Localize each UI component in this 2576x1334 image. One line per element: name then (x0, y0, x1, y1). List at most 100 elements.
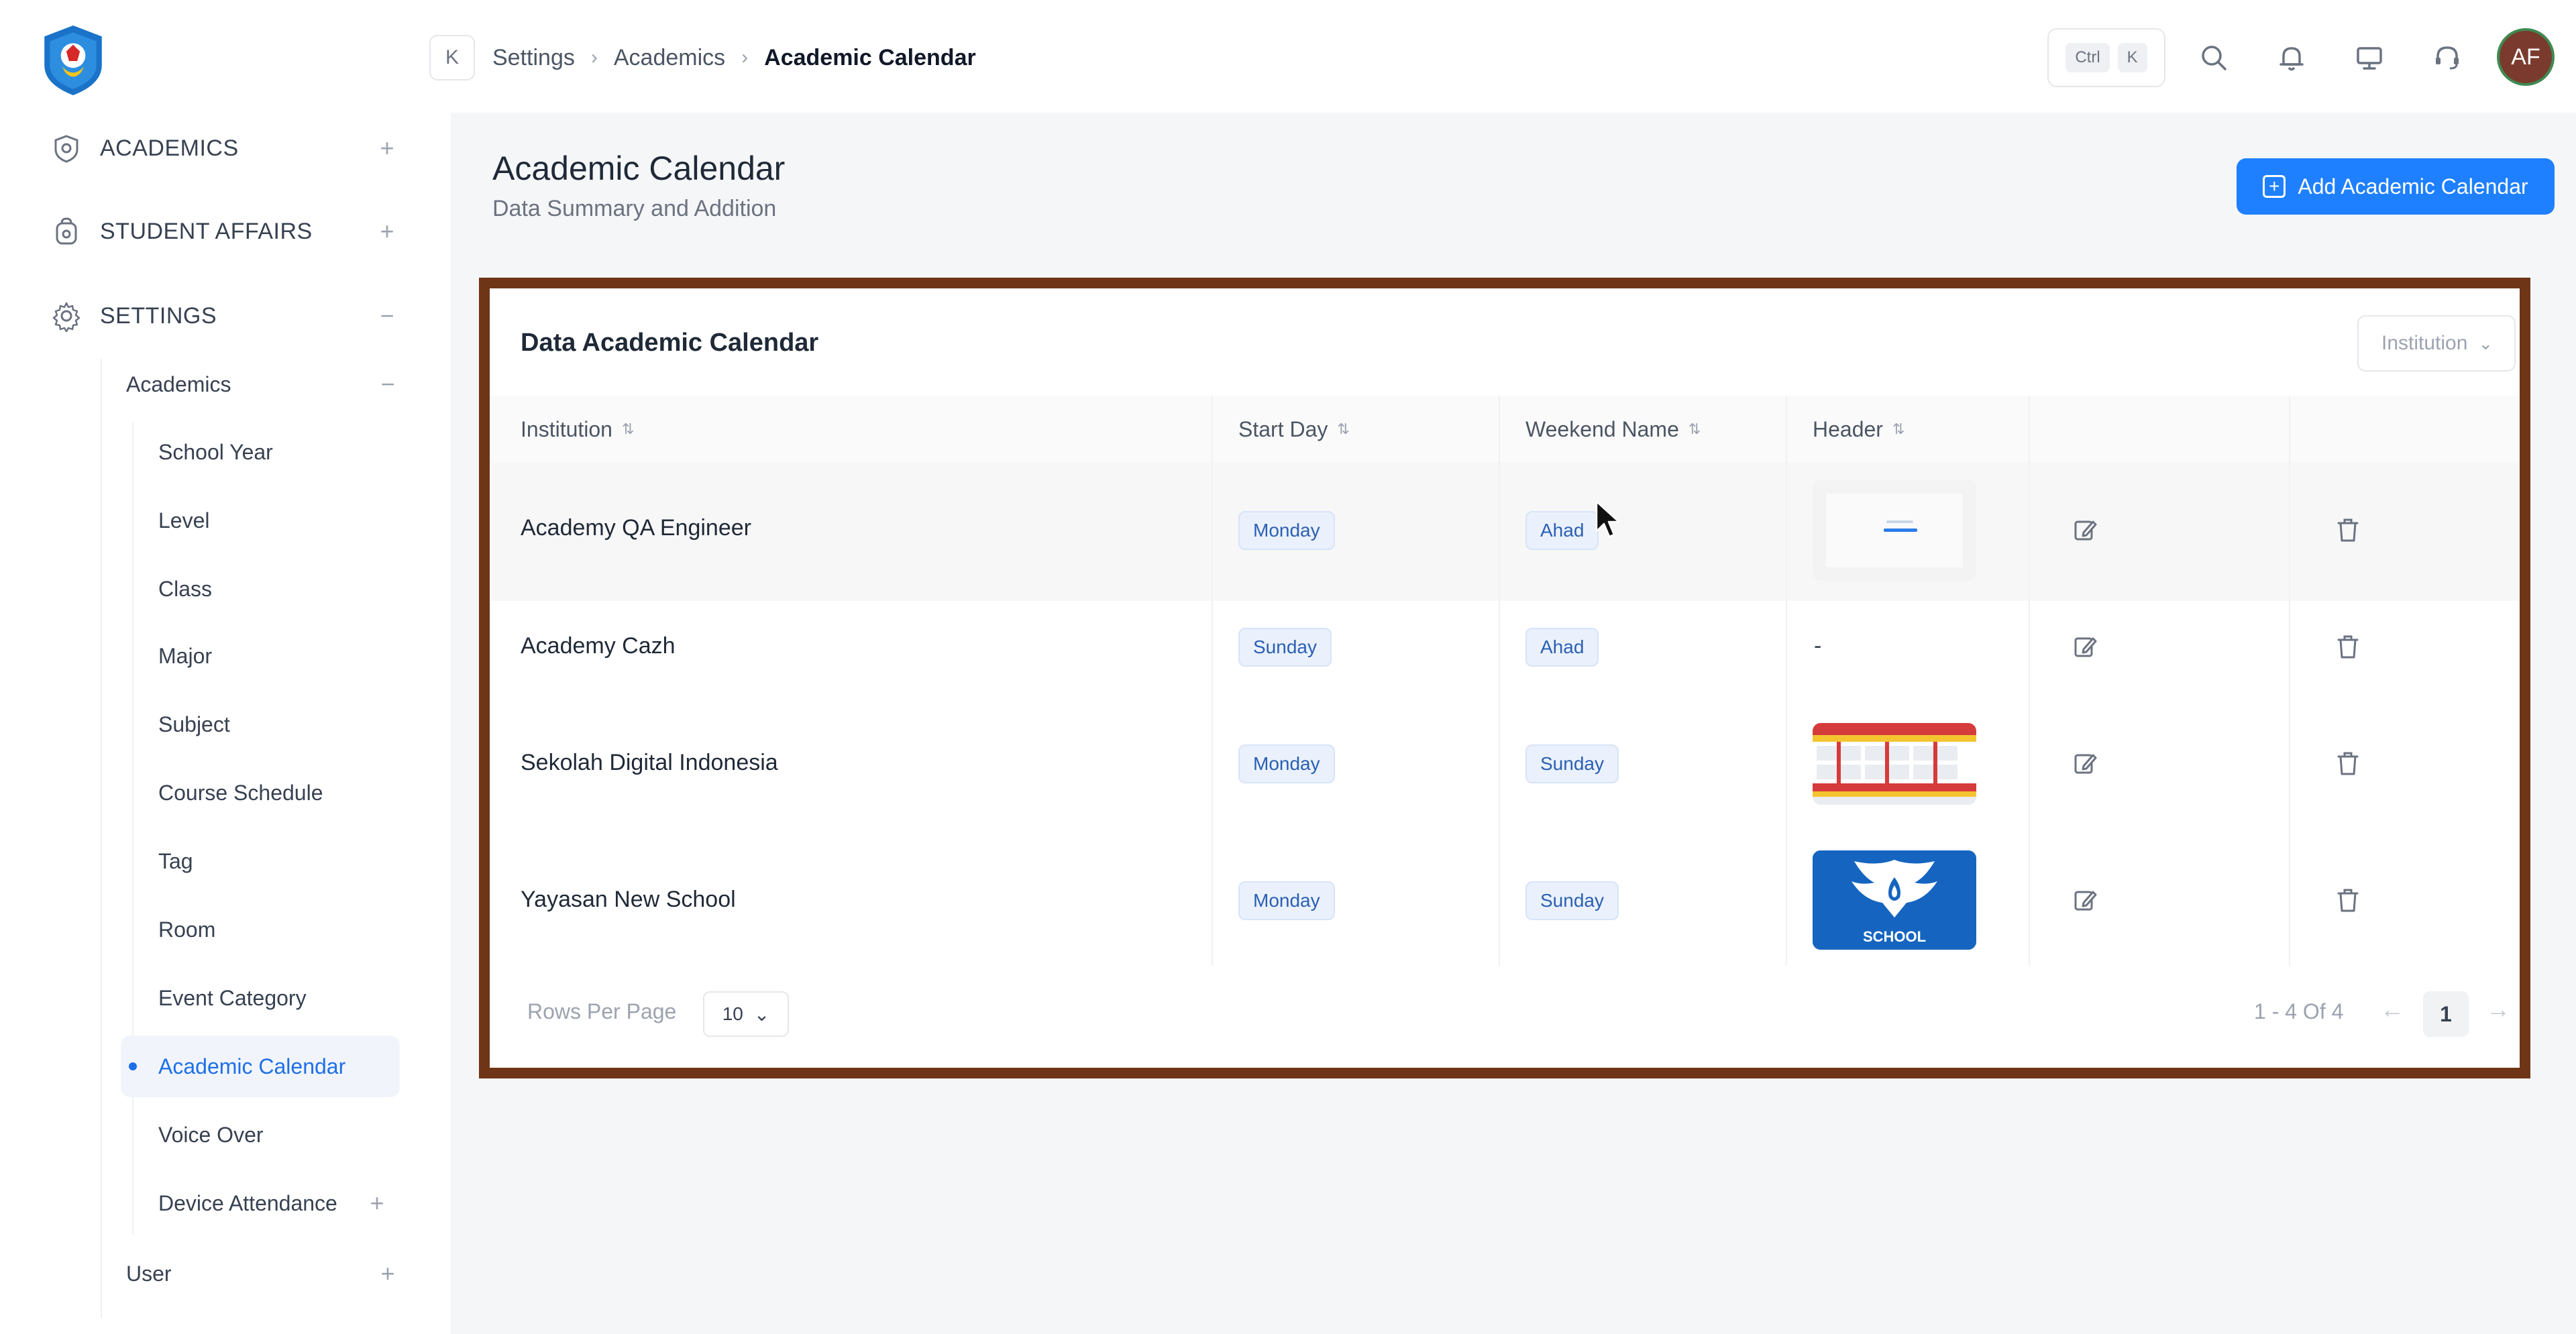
start-day-badge: Monday (1238, 511, 1335, 550)
sidebar-item-device-attendance[interactable]: Device Attendance + (121, 1172, 400, 1234)
prev-page-button[interactable]: ← (2380, 995, 2404, 1023)
sidebar-item-room[interactable]: Room (121, 899, 400, 960)
sidebar-item-label: Course Schedule (158, 780, 323, 805)
sidebar-group-label: Academics (126, 372, 231, 396)
card-title: Data Academic Calendar (521, 329, 819, 357)
calendar-header-image (1813, 723, 1976, 805)
support-headset-icon[interactable] (2431, 42, 2463, 74)
trash-icon[interactable] (2333, 632, 2363, 661)
chevron-down-icon: ⌄ (753, 1003, 770, 1025)
column-header-header[interactable]: Header ⇅ (1813, 396, 1904, 463)
trash-icon[interactable] (2333, 515, 2363, 545)
search-icon[interactable] (2198, 42, 2230, 74)
breadcrumb-item-academics[interactable]: Academics (614, 45, 725, 71)
trash-icon[interactable] (2333, 885, 2363, 915)
collapse-icon[interactable]: − (376, 372, 400, 396)
school-logo-header-image: SCHOOL (1813, 850, 1976, 950)
sidebar-section-student-affairs[interactable]: STUDENT AFFAIRS + (50, 208, 399, 255)
user-avatar[interactable]: AF (2497, 28, 2555, 86)
sidebar-item-academic-calendar[interactable]: Academic Calendar (121, 1036, 400, 1097)
sidebar-item-class[interactable]: Class (121, 558, 400, 620)
collapse-sidebar-button[interactable]: K (429, 35, 475, 80)
sidebar-item-label: Event Category (158, 985, 307, 1010)
expand-icon[interactable]: + (376, 1262, 400, 1286)
column-divider (2289, 396, 2290, 966)
sidebar-section-academics[interactable]: ACADEMICS + (50, 125, 399, 172)
edit-icon[interactable] (2070, 885, 2100, 915)
add-button-label: Add Academic Calendar (2298, 174, 2528, 199)
next-page-button[interactable]: → (2486, 995, 2510, 1023)
column-header-label: Header (1813, 416, 1883, 441)
column-divider (1786, 396, 1787, 966)
breadcrumb-item-settings[interactable]: Settings (492, 45, 575, 71)
command-palette-shortcut[interactable]: Ctrl K (2047, 28, 2165, 87)
column-header-weekend-name[interactable]: Weekend Name ⇅ (1525, 396, 1701, 463)
expand-icon[interactable]: + (365, 1191, 389, 1215)
sidebar-section-settings[interactable]: SETTINGS − (50, 292, 399, 339)
weekend-badge: Sunday (1525, 744, 1619, 783)
rows-per-page-select[interactable]: 10 ⌄ (703, 991, 789, 1037)
cell-institution: Academy QA Engineer (521, 515, 751, 541)
edit-icon[interactable] (2070, 632, 2100, 661)
institution-logo[interactable] (39, 24, 107, 97)
institution-filter-select[interactable]: Institution ⌄ (2357, 315, 2516, 372)
add-academic-calendar-button[interactable]: + Add Academic Calendar (2237, 158, 2555, 215)
expand-icon[interactable]: + (375, 136, 399, 160)
page-title: Academic Calendar (492, 150, 786, 187)
start-day-badge: Monday (1238, 744, 1335, 783)
school-logo-text: SCHOOL (1863, 928, 1926, 945)
sidebar-item-label: Class (158, 576, 213, 601)
bell-icon[interactable] (2275, 42, 2308, 74)
sidebar-item-label: Academic Calendar (158, 1054, 346, 1078)
sort-icon[interactable]: ⇅ (1892, 421, 1904, 438)
sort-icon[interactable]: ⇅ (1337, 421, 1349, 438)
sidebar-item-label: Tag (158, 848, 193, 873)
table-row (490, 463, 2520, 601)
sort-icon[interactable]: ⇅ (1688, 421, 1701, 438)
edit-icon[interactable] (2070, 515, 2100, 545)
trash-icon[interactable] (2333, 748, 2363, 778)
weekend-badge: Ahad (1525, 628, 1599, 667)
sidebar-group-user[interactable]: User + (126, 1250, 400, 1297)
academics-icon (54, 135, 78, 163)
collapse-icon[interactable]: − (375, 304, 399, 328)
table-row (490, 832, 2520, 966)
cell-header-empty: - (1814, 633, 1822, 659)
sidebar-item-school-year[interactable]: School Year (121, 421, 400, 483)
sidebar-item-event-category[interactable]: Event Category (121, 967, 400, 1029)
sidebar-item-major[interactable]: Major (121, 625, 400, 687)
sidebar-item-voice-over[interactable]: Voice Over (121, 1104, 400, 1166)
sidebar-group-label: User (126, 1261, 172, 1286)
page-subtitle: Data Summary and Addition (492, 196, 777, 221)
sidebar-item-label: Major (158, 643, 213, 668)
plus-square-icon: + (2263, 175, 2286, 198)
weekend-badge: Sunday (1525, 881, 1619, 920)
sort-icon[interactable]: ⇅ (622, 421, 634, 438)
tree-guide-line (101, 359, 102, 1318)
sidebar-item-course-schedule[interactable]: Course Schedule (121, 762, 400, 824)
monitor-icon[interactable] (2353, 42, 2385, 74)
page-number-button[interactable]: 1 (2423, 991, 2469, 1037)
sidebar-item-label: Level (158, 508, 210, 533)
table-header (490, 396, 2520, 463)
header-image-thumbnail[interactable] (1813, 480, 1976, 581)
column-header-institution[interactable]: Institution ⇅ (521, 396, 634, 463)
edit-icon[interactable] (2070, 748, 2100, 778)
sidebar-item-tag[interactable]: Tag (121, 830, 400, 892)
cell-institution: Academy Cazh (521, 633, 676, 659)
sidebar-group-academics[interactable]: Academics − (126, 361, 400, 408)
sidebar-item-subject[interactable]: Subject (121, 693, 400, 755)
blank-header-image (1813, 480, 1976, 581)
sidebar-item-label: Voice Over (158, 1122, 264, 1147)
sidebar-item-label: Subject (158, 712, 230, 736)
column-header-start-day[interactable]: Start Day ⇅ (1238, 396, 1350, 463)
sidebar-item-level[interactable]: Level (121, 490, 400, 551)
gear-icon (52, 302, 80, 332)
kbd-ctrl: Ctrl (2065, 43, 2110, 72)
rows-per-page-label: Rows Per Page (527, 999, 677, 1023)
sidebar-item-label: Room (158, 917, 216, 942)
expand-icon[interactable]: + (375, 219, 399, 243)
header-image-thumbnail[interactable]: SCHOOL (1813, 850, 1976, 950)
header-image-thumbnail[interactable] (1813, 723, 1976, 805)
avatar-initials: AF (2511, 44, 2540, 70)
